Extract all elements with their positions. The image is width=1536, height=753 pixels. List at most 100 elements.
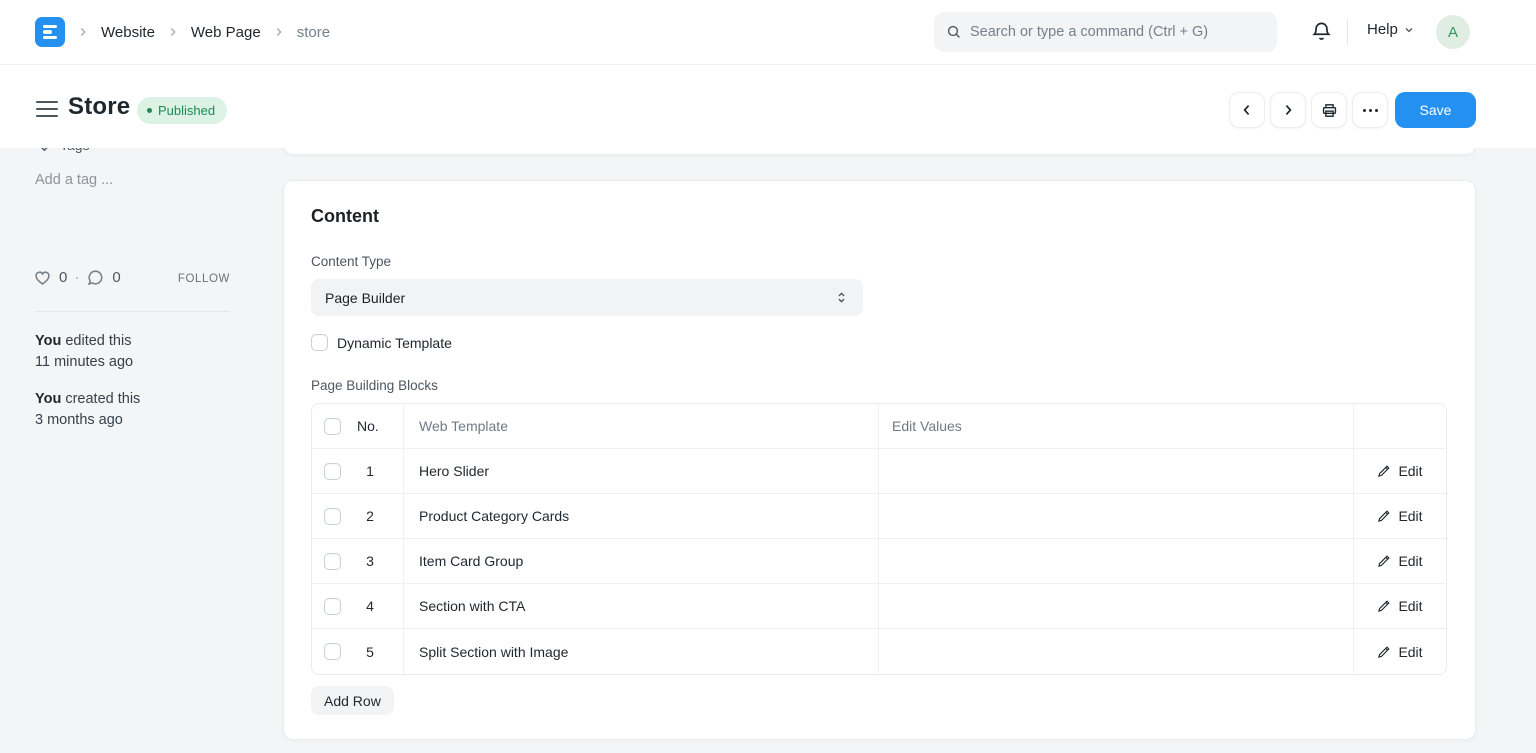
status-badge: Published [137, 97, 227, 124]
edit-values-cell [879, 584, 1354, 628]
content-type-label: Content Type [311, 254, 391, 269]
select-all-checkbox[interactable] [324, 418, 341, 435]
activity-when: 11 minutes ago [35, 352, 133, 373]
content-section-card: Content Content Type Page Builder Dynami… [283, 180, 1476, 740]
content-type-value: Page Builder [325, 290, 405, 306]
column-header-actions [1354, 404, 1446, 448]
reactions-row: 0 · 0 [33, 268, 121, 287]
search-icon [946, 24, 962, 40]
row-number: 5 [357, 644, 383, 660]
web-template-cell[interactable]: Section with CTA [404, 584, 879, 628]
chevron-right-icon [1280, 102, 1296, 118]
pencil-icon [1377, 599, 1391, 613]
dynamic-template-row: Dynamic Template [311, 334, 452, 351]
chat-bubble-icon[interactable] [86, 268, 105, 287]
edit-row-button[interactable]: Edit [1377, 463, 1422, 479]
search-input[interactable] [970, 24, 1250, 40]
row-checkbox[interactable] [324, 643, 341, 660]
web-template-cell[interactable]: Item Card Group [404, 539, 879, 583]
breadcrumb-item-website[interactable]: Website [101, 24, 155, 41]
activity-action: edited this [65, 333, 131, 349]
chevron-down-icon [1403, 24, 1415, 36]
table-header-row: No. Web Template Edit Values [312, 404, 1446, 449]
comment-count[interactable]: 0 [112, 269, 120, 286]
table-row[interactable]: 1 Hero Slider Edit [312, 449, 1446, 494]
edit-values-cell [879, 629, 1354, 674]
activity-edited: You edited this 11 minutes ago [35, 331, 133, 373]
dynamic-template-label: Dynamic Template [337, 335, 452, 351]
row-checkbox[interactable] [324, 463, 341, 480]
edit-values-cell [879, 539, 1354, 583]
chevron-left-icon [1239, 102, 1255, 118]
content-type-select[interactable]: Page Builder [311, 279, 863, 316]
hamburger-icon[interactable] [36, 101, 58, 117]
add-row-button[interactable]: Add Row [311, 686, 394, 715]
dynamic-template-checkbox[interactable] [311, 334, 328, 351]
activity-created: You created this 3 months ago [35, 389, 140, 431]
table-row[interactable]: 2 Product Category Cards Edit [312, 494, 1446, 539]
printer-icon [1321, 102, 1338, 119]
row-number: 2 [357, 508, 383, 524]
follow-button[interactable]: FOLLOW [140, 273, 230, 285]
print-button[interactable] [1311, 92, 1347, 128]
chevron-right-icon [76, 25, 90, 39]
edit-row-button[interactable]: Edit [1377, 553, 1422, 569]
edit-values-cell [879, 449, 1354, 493]
activity-action: created this [65, 391, 140, 407]
pencil-icon [1377, 554, 1391, 568]
add-tag-field[interactable]: Add a tag ... [35, 172, 113, 188]
web-template-cell[interactable]: Split Section with Image [404, 629, 879, 674]
user-avatar[interactable]: A [1436, 15, 1470, 49]
row-checkbox[interactable] [324, 553, 341, 570]
more-menu-button[interactable] [1352, 92, 1388, 128]
navbar-divider [1347, 18, 1348, 46]
page-building-blocks-table: No. Web Template Edit Values 1 Hero Slid… [311, 403, 1447, 675]
column-header-web-template: Web Template [404, 404, 879, 448]
pencil-icon [1377, 464, 1391, 478]
chevron-right-icon [166, 25, 180, 39]
next-document-button[interactable] [1270, 92, 1306, 128]
heart-icon[interactable] [33, 268, 52, 287]
activity-who: You [35, 391, 61, 407]
section-title: Content [311, 206, 379, 227]
like-count[interactable]: 0 [59, 269, 67, 286]
table-row[interactable]: 3 Item Card Group Edit [312, 539, 1446, 584]
page-building-blocks-label: Page Building Blocks [311, 378, 438, 393]
activity-when: 3 months ago [35, 410, 140, 431]
save-button[interactable]: Save [1395, 92, 1476, 128]
help-menu[interactable]: Help [1367, 21, 1415, 38]
page-header: Store Published Save [0, 65, 1536, 148]
count-separator: · [74, 269, 79, 286]
app-logo[interactable] [35, 17, 65, 47]
status-label: Published [158, 103, 215, 118]
web-template-cell[interactable]: Product Category Cards [404, 494, 879, 538]
row-number: 3 [357, 553, 383, 569]
table-row[interactable]: 5 Split Section with Image Edit [312, 629, 1446, 674]
edit-values-cell [879, 494, 1354, 538]
global-search[interactable] [934, 12, 1277, 52]
breadcrumb-item-store[interactable]: store [297, 24, 330, 41]
chevron-right-icon [272, 25, 286, 39]
edit-row-button[interactable]: Edit [1377, 644, 1422, 660]
column-header-no: No. [357, 418, 379, 434]
activity-who: You [35, 333, 61, 349]
prev-document-button[interactable] [1229, 92, 1265, 128]
web-template-cell[interactable]: Hero Slider [404, 449, 879, 493]
pencil-icon [1377, 645, 1391, 659]
edit-row-button[interactable]: Edit [1377, 508, 1422, 524]
edit-row-button[interactable]: Edit [1377, 598, 1422, 614]
page-title: Store [68, 93, 130, 121]
row-number: 1 [357, 463, 383, 479]
bell-icon[interactable] [1311, 21, 1332, 42]
breadcrumb-item-web-page[interactable]: Web Page [191, 24, 261, 41]
chevron-up-down-icon [834, 290, 849, 305]
sidebar-divider [35, 311, 230, 312]
row-checkbox[interactable] [324, 598, 341, 615]
help-label: Help [1367, 21, 1398, 38]
row-checkbox[interactable] [324, 508, 341, 525]
table-row[interactable]: 4 Section with CTA Edit [312, 584, 1446, 629]
top-navbar: Website Web Page store [0, 0, 1536, 65]
status-dot [147, 108, 152, 113]
row-number: 4 [357, 598, 383, 614]
breadcrumb: Website Web Page store [35, 0, 330, 64]
